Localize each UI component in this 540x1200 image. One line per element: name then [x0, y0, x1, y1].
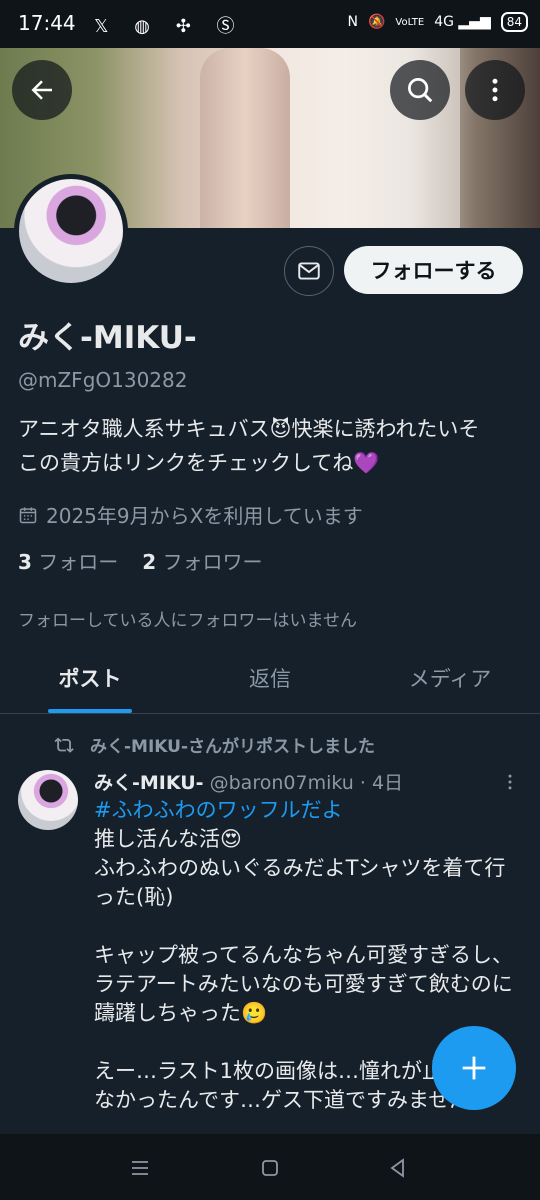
- profile-name: みく-MIKU-: [18, 320, 197, 356]
- recents-icon[interactable]: [128, 1156, 152, 1180]
- tweet-author-handle[interactable]: @baron07miku: [210, 772, 354, 794]
- tweet-author-name[interactable]: みく-MIKU-: [94, 772, 204, 794]
- search-icon: [408, 78, 433, 103]
- tweet-avatar[interactable]: [18, 770, 78, 830]
- more-vertical-icon: [492, 78, 498, 102]
- compose-button[interactable]: [432, 1026, 516, 1110]
- joined-text: 2025年9月からXを利用しています: [46, 504, 363, 528]
- status-bar: 17:44 𝕏 ◍ ✣ Ⓢ N 🔕 VoLTE 4G ▂▄▆ 84: [0, 0, 540, 48]
- nfc-icon: N: [347, 14, 358, 30]
- bio-line: アニオタ職人系サキュバス😈快楽に誘われたいそ: [18, 417, 480, 441]
- more-options-button[interactable]: [465, 60, 525, 120]
- follow-counts: 3 フォロー 2 フォロワー: [18, 546, 263, 575]
- repost-icon: [54, 737, 74, 753]
- system-nav-bar: [0, 1134, 540, 1200]
- arrow-left-icon: [31, 80, 52, 100]
- system-icons: N 🔕 VoLTE 4G ▂▄▆ 84: [347, 12, 528, 32]
- profile-tabs: ポスト 返信 メディア: [0, 648, 540, 714]
- repost-text: みく-MIKU-さんがリポストしました: [90, 737, 376, 757]
- tab-replies[interactable]: 返信: [180, 648, 360, 713]
- calendar-icon: [19, 507, 37, 523]
- profile-avatar[interactable]: [14, 174, 128, 288]
- followers-link[interactable]: 2 フォロワー: [142, 546, 262, 575]
- pinwheel-icon: ✣: [175, 16, 201, 37]
- s-icon: Ⓢ: [216, 16, 245, 37]
- plus-icon: [462, 1056, 486, 1080]
- no-mutual-followers-note: フォローしている人にフォロワーはいません: [18, 611, 357, 631]
- x-icon: 𝕏: [94, 16, 119, 37]
- profile-bio: アニオタ職人系サキュバス😈快楽に誘われたいそ この貴方はリンクをチェックしてね💜: [18, 412, 522, 480]
- tweet-more-button[interactable]: [498, 770, 522, 796]
- tab-media[interactable]: メディア: [360, 648, 540, 713]
- following-count: 3: [18, 550, 32, 574]
- tweet-hashtag[interactable]: #ふわふわのワッフルだよ: [94, 796, 514, 825]
- mute-icon: 🔕: [367, 14, 386, 30]
- follow-button[interactable]: フォローする: [344, 246, 523, 294]
- following-link[interactable]: 3 フォロー: [18, 546, 118, 575]
- repost-indicator: みく-MIKU-さんがリポストしました: [54, 732, 375, 757]
- notification-icons: 𝕏 ◍ ✣ Ⓢ: [94, 12, 245, 38]
- message-button[interactable]: [284, 246, 334, 296]
- home-icon[interactable]: [258, 1156, 282, 1180]
- tweet-time: · 4日: [359, 772, 404, 794]
- volte-icon: VoLTE: [395, 16, 425, 28]
- more-vertical-icon: [508, 774, 512, 790]
- following-label: フォロー: [38, 550, 119, 574]
- bio-line: この貴方はリンクをチェックしてね💜: [18, 451, 380, 475]
- battery-icon: 84: [500, 12, 528, 32]
- back-triangle-icon[interactable]: [386, 1156, 410, 1180]
- envelope-icon: [298, 262, 320, 280]
- status-time: 17:44: [18, 11, 76, 35]
- banner-figure-shape: [200, 48, 290, 228]
- cat-icon: ◍: [134, 16, 160, 37]
- tweet-header: みく-MIKU- @baron07miku · 4日: [94, 768, 403, 795]
- signal-icon: 4G ▂▄▆: [434, 14, 491, 30]
- back-button[interactable]: [12, 60, 72, 120]
- search-button[interactable]: [390, 60, 450, 120]
- joined-date: 2025年9月からXを利用しています: [18, 500, 363, 529]
- tab-posts[interactable]: ポスト: [0, 648, 180, 713]
- followers-count: 2: [142, 550, 157, 574]
- profile-handle: @mZFgO130282: [18, 368, 188, 392]
- followers-label: フォロワー: [162, 550, 263, 574]
